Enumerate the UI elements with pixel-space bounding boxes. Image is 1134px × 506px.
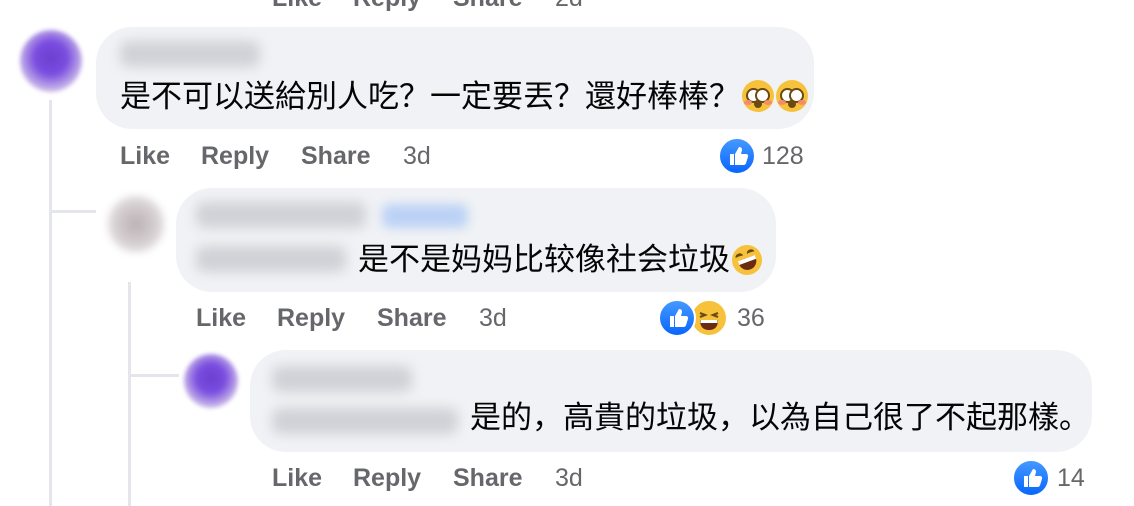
comment-bubble: 是不可以送給別人吃？一定要丟？還好棒棒？ bbox=[96, 27, 814, 129]
mentioned-name[interactable] bbox=[196, 246, 346, 272]
reply-link[interactable]: Reply bbox=[277, 304, 345, 333]
thread-line-branch-2 bbox=[131, 374, 179, 377]
comment-actions: Like Reply Share 3d bbox=[272, 464, 592, 494]
comment-text: 是不是妈妈比较像社会垃圾 bbox=[358, 240, 767, 280]
share-link[interactable]: Share bbox=[453, 0, 522, 13]
share-link[interactable]: Share bbox=[377, 304, 446, 333]
author-name[interactable] bbox=[272, 366, 412, 392]
like-link[interactable]: Like bbox=[272, 464, 322, 493]
flushed-face-icon bbox=[742, 80, 774, 112]
comment-text: 是的，高貴的垃圾，以為自己很了不起那樣。 bbox=[470, 400, 1090, 436]
flushed-face-icon bbox=[776, 80, 808, 112]
author-name[interactable] bbox=[196, 202, 366, 228]
timestamp[interactable]: 3d bbox=[479, 304, 507, 333]
avatar[interactable] bbox=[20, 30, 82, 92]
like-reaction-icon[interactable] bbox=[1012, 459, 1050, 497]
author-badge bbox=[382, 204, 468, 228]
prev-comment-actions: Like Reply Share 2d bbox=[272, 0, 592, 14]
thread-line-reply bbox=[128, 282, 131, 506]
like-link[interactable]: Like bbox=[272, 0, 322, 13]
reply-link[interactable]: Reply bbox=[353, 0, 421, 13]
timestamp[interactable]: 3d bbox=[403, 142, 431, 171]
comment-actions: Like Reply Share 3d bbox=[196, 304, 516, 334]
timestamp[interactable]: 2d bbox=[555, 0, 583, 13]
comment-bubble: 是的，高貴的垃圾，以為自己很了不起那樣。 bbox=[250, 350, 1092, 452]
timestamp[interactable]: 3d bbox=[555, 464, 583, 493]
mentioned-name[interactable] bbox=[272, 408, 458, 434]
comment-text: 是不可以送給別人吃？一定要丟？還好棒棒？ bbox=[120, 77, 808, 117]
reply-link[interactable]: Reply bbox=[353, 464, 421, 493]
comment-actions: Like Reply Share 3d bbox=[120, 142, 440, 172]
reaction-count[interactable]: 14 bbox=[1057, 464, 1085, 493]
avatar[interactable] bbox=[184, 354, 238, 408]
reply-link[interactable]: Reply bbox=[201, 142, 269, 171]
rolling-laughing-icon bbox=[727, 240, 767, 280]
like-reaction-icon[interactable] bbox=[658, 299, 696, 337]
avatar[interactable] bbox=[108, 196, 164, 252]
like-reaction-icon[interactable] bbox=[718, 137, 756, 175]
comment-bubble: 是不是妈妈比较像社会垃圾 bbox=[176, 188, 776, 292]
thread-line-main bbox=[49, 100, 52, 506]
share-link[interactable]: Share bbox=[453, 464, 522, 493]
like-link[interactable]: Like bbox=[120, 142, 170, 171]
thread-line-branch-1 bbox=[52, 210, 96, 213]
like-link[interactable]: Like bbox=[196, 304, 246, 333]
author-name[interactable] bbox=[120, 41, 260, 67]
reaction-count[interactable]: 128 bbox=[762, 142, 804, 171]
reaction-count[interactable]: 36 bbox=[737, 304, 765, 333]
share-link[interactable]: Share bbox=[301, 142, 370, 171]
